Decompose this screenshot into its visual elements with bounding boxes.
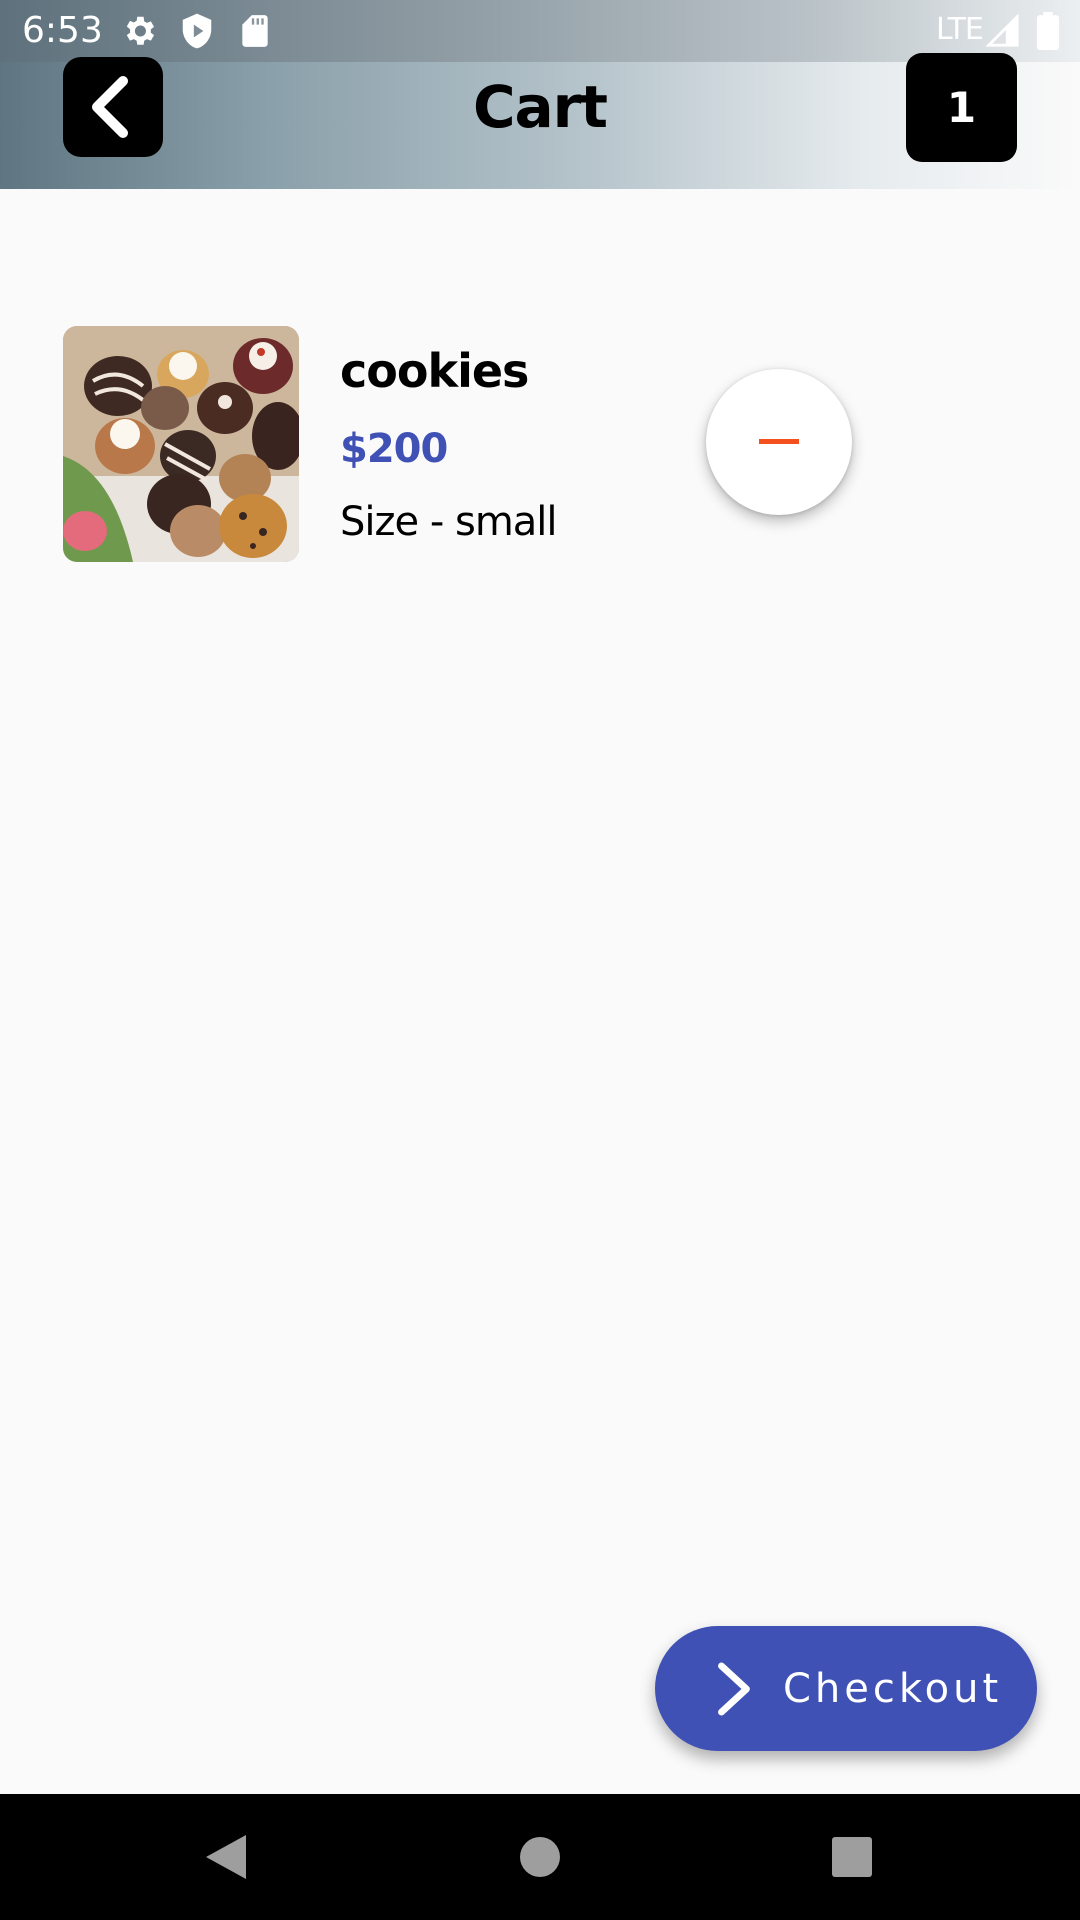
home-circle-icon[interactable] — [512, 1829, 568, 1885]
item-price: $200 — [340, 426, 448, 472]
settings-gear-icon — [126, 16, 155, 45]
battery-icon — [1036, 12, 1060, 50]
remove-item-button[interactable] — [706, 369, 852, 515]
minus-icon — [759, 439, 799, 444]
checkout-button[interactable]: Checkout — [655, 1626, 1037, 1751]
network-type: LTE — [936, 12, 984, 47]
status-time: 6:53 — [22, 10, 103, 51]
chevron-left-icon — [92, 76, 128, 138]
signal-icon — [986, 14, 1019, 47]
page-title: Cart — [472, 73, 608, 141]
cookies-photo — [63, 326, 299, 562]
item-size: Size - small — [340, 499, 558, 545]
checkout-label: Checkout — [783, 1666, 1003, 1712]
product-image[interactable] — [63, 326, 299, 562]
recents-square-icon[interactable] — [824, 1829, 880, 1885]
sd-card-icon — [242, 15, 268, 47]
item-name: cookies — [340, 344, 529, 398]
back-button[interactable] — [63, 57, 163, 157]
chevron-right-icon — [718, 1662, 750, 1716]
cart-count-badge[interactable]: 1 — [906, 53, 1017, 162]
system-nav-bar — [0, 1794, 1080, 1920]
back-triangle-icon[interactable] — [198, 1829, 254, 1885]
shield-icon — [182, 13, 212, 49]
